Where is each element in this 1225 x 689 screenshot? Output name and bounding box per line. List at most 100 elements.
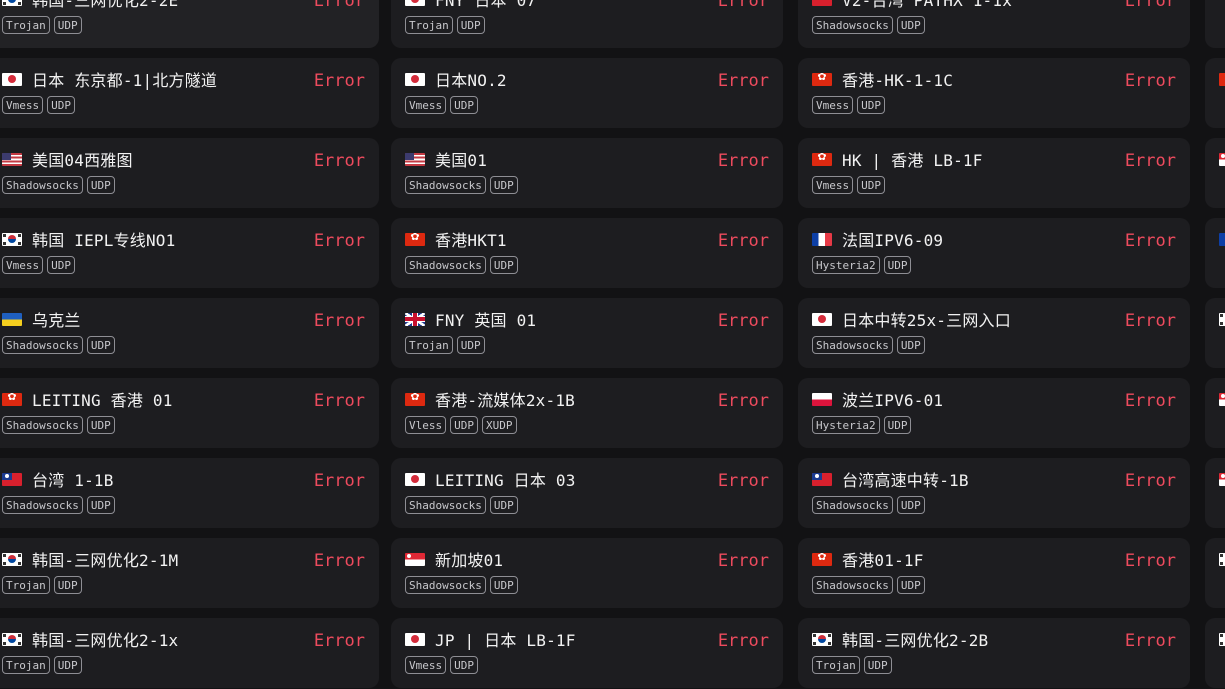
proxy-node-header: 新加坡01 [405, 547, 503, 571]
proxy-node-header [1219, 467, 1225, 491]
proxy-node-card[interactable] [1205, 538, 1225, 608]
protocol-tag: UDP [456, 16, 485, 34]
protocol-tag: UDP [863, 656, 892, 674]
sg-flag-icon [1219, 392, 1225, 406]
proxy-node-content [1219, 58, 1225, 128]
proxy-node-card[interactable]: Error 美国04西雅图 Shadowsocks UDP [0, 138, 379, 208]
protocol-tag: Hysteria2 [812, 256, 880, 274]
ru-flag-icon [1219, 232, 1225, 246]
proxy-node-content: FNY 英国 01 Trojan UDP [405, 298, 783, 368]
proxy-node-card[interactable]: Error 日本中转25x-三网入口 Shadowsocks UDP [798, 298, 1190, 368]
tw-flag-icon [812, 0, 832, 6]
proxy-node-tags: Vmess UDP [2, 96, 75, 114]
proxy-node-content: 法国IPV6-09 Hysteria2 UDP [812, 218, 1190, 288]
proxy-node-tags: Vmess UDP [812, 176, 885, 194]
proxy-node-card[interactable]: Error 美国01 Shadowsocks UDP [391, 138, 783, 208]
proxy-node-card[interactable]: Error 乌克兰 Shadowsocks UDP [0, 298, 379, 368]
protocol-tag: UDP [857, 96, 885, 114]
protocol-tag: UDP [456, 336, 485, 354]
proxy-node-card[interactable]: Error香港01-1FShadowsocksUDP [798, 538, 1190, 608]
proxy-node-content: 乌克兰 Shadowsocks UDP [2, 298, 379, 368]
protocol-tag: Vmess [405, 96, 447, 114]
proxy-node-card[interactable]: ErrorLEITING 香港 01ShadowsocksUDP [0, 378, 379, 448]
proxy-node-card[interactable]: Error 韩国-三网优化2-2E Trojan UDP [0, 0, 379, 48]
proxy-node-card[interactable]: Error 日本NO.2 Vmess UDP [391, 58, 783, 128]
proxy-node-card[interactable]: Error 台湾 1-1B Shadowsocks UDP [0, 458, 379, 528]
protocol-tag: Vless [405, 416, 447, 434]
us-flag-icon [405, 152, 425, 166]
proxy-node-content: 韩国-三网优化2-1x Trojan UDP [2, 618, 379, 688]
protocol-tag: UDP [86, 176, 115, 194]
proxy-node-card[interactable]: Error 韩国-三网优化2-1x Trojan UDP [0, 618, 379, 688]
proxy-node-card[interactable] [1205, 58, 1225, 128]
proxy-node-header: 波兰IPV6-01 [812, 387, 943, 411]
proxy-node-content [1219, 618, 1225, 688]
proxy-node-card[interactable]: Error 韩国-三网优化2-1M Trojan UDP [0, 538, 379, 608]
proxy-node-name: 香港HKT1 [435, 231, 507, 250]
proxy-node-content: 美国04西雅图 Shadowsocks UDP [2, 138, 379, 208]
proxy-node-name: 韩国 IEPL专线NO1 [32, 231, 176, 250]
proxy-node-card[interactable] [1205, 0, 1225, 48]
hk-flag-icon [1219, 72, 1225, 86]
proxy-node-name: 韩国-三网优化2-1M [32, 551, 179, 570]
proxy-node-tags: Shadowsocks UDP [2, 496, 115, 514]
proxy-node-header [1219, 227, 1225, 251]
proxy-node-tags: Shadowsocks UDP [812, 576, 925, 594]
proxy-node-content [1219, 218, 1225, 288]
proxy-node-name: 台湾 1-1B [32, 471, 114, 490]
proxy-node-card[interactable]: ErrorHK | 香港 LB-1FVmessUDP [798, 138, 1190, 208]
proxy-node-card[interactable]: Error香港HKT1ShadowsocksUDP [391, 218, 783, 288]
proxy-node-card[interactable] [1205, 618, 1225, 688]
proxy-node-content: FNY 日本 07 Trojan UDP [405, 0, 783, 48]
proxy-node-card[interactable]: Error FNY 日本 07 Trojan UDP [391, 0, 783, 48]
proxy-node-card[interactable] [1205, 138, 1225, 208]
proxy-node-tags: Shadowsocks UDP [405, 176, 518, 194]
proxy-node-card[interactable]: Error FNY 英国 01 Trojan UDP [391, 298, 783, 368]
proxy-node-tags: Vmess UDP [812, 96, 885, 114]
proxy-node-header [1219, 307, 1225, 331]
proxy-node-tags: Vmess UDP [405, 656, 478, 674]
proxy-node-card[interactable] [1205, 298, 1225, 368]
proxy-node-card[interactable]: Error 韩国 IEPL专线NO1 Vmess UDP [0, 218, 379, 288]
proxy-node-card[interactable] [1205, 218, 1225, 288]
proxy-node-header: LEITING 香港 01 [2, 387, 173, 411]
proxy-node-tags: Hysteria2 UDP [812, 256, 912, 274]
kr-flag-icon [2, 232, 22, 246]
proxy-node-name: V2-台湾 PATHX 1-1x [842, 0, 1013, 10]
proxy-node-card[interactable]: Error香港-流媒体2x-1BVlessUDPXUDP [391, 378, 783, 448]
proxy-node-card[interactable]: Error 新加坡01 Shadowsocks UDP [391, 538, 783, 608]
proxy-node-card[interactable]: Error香港-HK-1-1CVmessUDP [798, 58, 1190, 128]
proxy-node-card[interactable]: Error 法国IPV6-09 Hysteria2 UDP [798, 218, 1190, 288]
proxy-node-name: 乌克兰 [32, 311, 81, 330]
jp-flag-icon [405, 72, 425, 86]
proxy-node-card[interactable] [1205, 458, 1225, 528]
proxy-node-card[interactable]: Error V2-台湾 PATHX 1-1x Shadowsocks UDP [798, 0, 1190, 48]
proxy-node-content: 香港-流媒体2x-1B VlessUDPXUDP [405, 378, 783, 448]
protocol-tag: Shadowsocks [2, 416, 83, 434]
protocol-tag: UDP [896, 576, 925, 594]
protocol-tag: UDP [47, 256, 75, 274]
proxy-node-card[interactable]: Error 韩国-三网优化2-2B Trojan UDP [798, 618, 1190, 688]
proxy-node-card[interactable]: Error 日本 东京都-1|北方隧道 Vmess UDP [0, 58, 379, 128]
proxy-node-header [1219, 627, 1225, 651]
proxy-node-header: LEITING 日本 03 [405, 467, 576, 491]
proxy-node-tags: Vless UDP XUDP [405, 416, 517, 434]
tw-flag-icon [812, 472, 832, 486]
proxy-node-header: FNY 英国 01 [405, 307, 536, 331]
proxy-node-content: 台湾高速中转-1B Shadowsocks UDP [812, 458, 1190, 528]
proxy-node-card[interactable] [1205, 378, 1225, 448]
proxy-node-tags: Shadowsocks UDP [2, 176, 115, 194]
proxy-node-name: FNY 日本 07 [435, 0, 537, 10]
proxy-node-card[interactable]: Error LEITING 日本 03 Shadowsocks UDP [391, 458, 783, 528]
proxy-node-content: 日本 东京都-1|北方隧道 Vmess UDP [2, 58, 379, 128]
kr-flag-icon [2, 632, 22, 646]
proxy-node-card[interactable]: Error 台湾高速中转-1B Shadowsocks UDP [798, 458, 1190, 528]
proxy-node-card[interactable]: Error 波兰IPV6-01 Hysteria2 UDP [798, 378, 1190, 448]
hk-flag-icon [405, 232, 425, 246]
sg-flag-icon [1219, 472, 1225, 486]
protocol-tag: Shadowsocks [812, 16, 893, 34]
proxy-node-content: 新加坡01 Shadowsocks UDP [405, 538, 783, 608]
proxy-node-header: HK | 香港 LB-1F [812, 147, 983, 171]
protocol-tag: Shadowsocks [812, 336, 893, 354]
proxy-node-card[interactable]: Error JP | 日本 LB-1F Vmess UDP [391, 618, 783, 688]
